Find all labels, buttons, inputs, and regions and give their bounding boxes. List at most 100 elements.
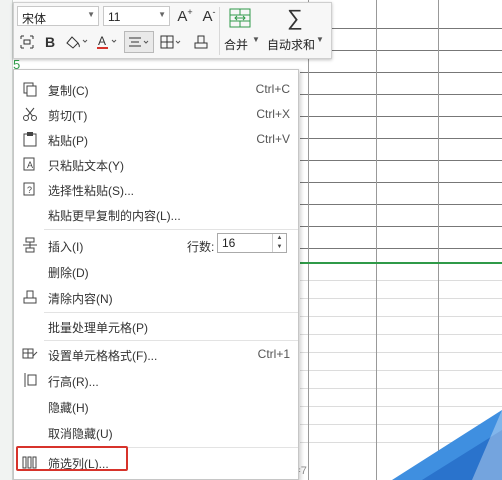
menu-item-label: 删除(D) — [48, 266, 89, 280]
menu-item-label: 隐藏(H) — [48, 401, 89, 415]
merge-button[interactable]: 合并 — [224, 36, 248, 53]
grid-line — [300, 226, 502, 227]
rows-count-stepper[interactable]: 16 ▲ ▼ — [217, 233, 287, 253]
font-size-value: 11 — [108, 10, 121, 24]
chevron-up-icon[interactable]: ▲ — [273, 234, 286, 243]
menu-item-label: 粘贴更早复制的内容(L)... — [48, 209, 181, 223]
menu-item-label: 只粘贴文本(Y) — [48, 159, 124, 173]
eraser-icon — [23, 290, 37, 304]
menu-item-label: 批量处理单元格(P) — [48, 321, 148, 335]
menu-item-cut[interactable]: 剪切(T) Ctrl+X — [14, 102, 298, 127]
menu-item-batch[interactable]: 批量处理单元格(P) — [14, 314, 298, 339]
autosum-button[interactable]: 自动求和 — [267, 36, 315, 53]
decrease-font-icon: A- — [202, 7, 216, 25]
align-button[interactable] — [124, 31, 154, 53]
stepper-arrows[interactable]: ▲ ▼ — [272, 234, 286, 252]
annotation-highlight-box — [16, 446, 128, 471]
eraser-icon — [194, 35, 208, 49]
clear-format-button[interactable] — [190, 31, 212, 53]
chevron-down-icon[interactable]: ▼ — [273, 243, 286, 252]
rows-count-label: 行数: — [187, 240, 215, 254]
grid-line — [300, 406, 502, 407]
increase-font-size-button[interactable]: A+ — [174, 5, 196, 27]
menu-separator — [44, 340, 298, 341]
menu-item-label: 插入(I) — [48, 240, 84, 254]
grid-line — [300, 298, 502, 299]
shortcut-text: Ctrl+1 — [257, 347, 290, 361]
grid-line — [300, 204, 502, 205]
menu-item-delete[interactable]: 删除(D) — [14, 259, 298, 284]
paste-text-icon: A — [23, 157, 35, 171]
chevron-down-icon[interactable]: ▼ — [158, 10, 166, 19]
font-color-button[interactable]: A — [94, 31, 122, 53]
align-center-icon — [129, 37, 149, 47]
grid-line — [300, 370, 502, 371]
menu-item-label: 选择性粘贴(S)... — [48, 184, 134, 198]
chevron-down-icon[interactable]: ▼ — [316, 35, 324, 44]
grid-line — [300, 334, 502, 335]
toolbar-divider — [219, 7, 220, 55]
grid-line — [300, 72, 502, 73]
menu-item-paste-special[interactable]: ? 选择性粘贴(S)... — [14, 177, 298, 202]
menu-item-clear[interactable]: 清除内容(N) — [14, 285, 298, 310]
svg-text:A: A — [98, 34, 106, 48]
menu-item-paste-text[interactable]: A 只粘贴文本(Y) — [14, 152, 298, 177]
menu-item-row-height[interactable]: 行高(R)... — [14, 368, 298, 393]
menu-item-copy[interactable]: 复制(C) Ctrl+C — [14, 77, 298, 102]
menu-item-paste-earlier[interactable]: 粘贴更早复制的内容(L)... — [14, 202, 298, 227]
format-painter-icon — [20, 35, 34, 49]
menu-item-label: 剪切(T) — [48, 109, 88, 123]
menu-item-hide[interactable]: 隐藏(H) — [14, 394, 298, 419]
grid-line — [300, 316, 502, 317]
menu-item-insert[interactable]: 插入(I) 行数: 16 ▲ ▼ — [14, 233, 298, 258]
svg-text:A: A — [27, 160, 33, 170]
autosum-icon-button[interactable]: ∑ — [282, 5, 308, 31]
menu-item-label: 复制(C) — [48, 84, 89, 98]
merge-icon-button[interactable] — [226, 6, 254, 30]
grid-line — [300, 182, 502, 183]
grid-line — [438, 0, 439, 480]
borders-icon — [160, 35, 181, 49]
merge-cells-icon — [229, 8, 251, 28]
fill-color-button[interactable] — [62, 31, 90, 53]
menu-item-paste[interactable]: 粘贴(P) Ctrl+V — [14, 127, 298, 152]
grid-line — [300, 388, 502, 389]
row-height-icon — [24, 373, 37, 387]
format-painter-button[interactable] — [17, 31, 37, 53]
menu-separator — [44, 229, 298, 230]
grid-line — [300, 280, 502, 281]
grid-line — [376, 0, 377, 480]
insert-rows-icon — [23, 237, 37, 253]
decrease-font-size-button[interactable]: A- — [198, 5, 220, 27]
menu-separator — [44, 312, 298, 313]
bold-icon: B — [44, 34, 56, 50]
shortcut-text: Ctrl+X — [256, 107, 290, 121]
font-color-icon: A — [97, 34, 117, 49]
chevron-down-icon[interactable]: ▼ — [87, 10, 95, 19]
grid-line — [300, 94, 502, 95]
menu-item-unhide[interactable]: 取消隐藏(U) — [14, 420, 298, 445]
fill-bucket-icon — [66, 36, 88, 49]
bold-button[interactable]: B — [40, 31, 60, 53]
menu-item-format-cells[interactable]: 设置单元格格式(F)... Ctrl+1 — [14, 342, 298, 367]
paste-icon — [23, 132, 37, 147]
menu-item-label: 取消隐藏(U) — [48, 427, 113, 441]
font-name-combo[interactable]: 宋体 ▼ — [17, 6, 99, 26]
borders-button[interactable] — [158, 31, 186, 53]
row-header-column — [0, 0, 13, 480]
font-size-combo[interactable]: 11 ▼ — [103, 6, 170, 26]
grid-line — [300, 248, 502, 249]
grid-line — [308, 0, 309, 480]
scissors-icon — [23, 107, 37, 121]
shortcut-text: Ctrl+C — [255, 82, 290, 96]
menu-item-label: 清除内容(N) — [48, 292, 113, 306]
increase-font-icon: A+ — [177, 7, 193, 25]
copy-icon — [23, 82, 37, 97]
grid-line — [300, 138, 502, 139]
shortcut-text: Ctrl+V — [256, 132, 290, 146]
chevron-down-icon[interactable]: ▼ — [252, 35, 260, 44]
svg-text:?: ? — [27, 185, 32, 195]
format-cells-icon — [22, 348, 38, 359]
menu-item-label: 行高(R)... — [48, 375, 99, 389]
font-name-value: 宋体 — [22, 12, 47, 26]
